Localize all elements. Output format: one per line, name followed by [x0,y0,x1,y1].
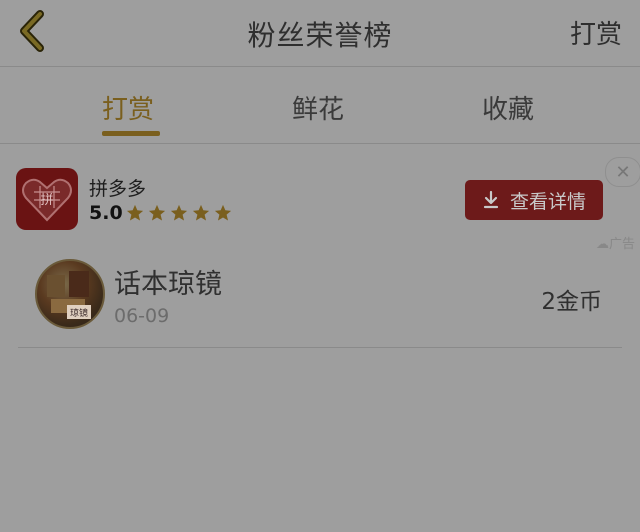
tab-bar: 打赏 鲜花 收藏 [0,67,640,144]
fan-name: 话本琼镜 [114,269,222,300]
pinduoduo-logo-icon: 拼 [22,178,72,222]
fan-amount: 2金币 [541,289,602,315]
reward-action-button[interactable]: 打赏 [570,14,622,51]
avatar: 琼镜 [35,259,105,329]
header-bar: 粉丝荣誉榜 打赏 [0,0,640,67]
star-icon [170,204,188,221]
close-ad-icon[interactable]: ✕ [605,157,640,187]
tab-flowers[interactable]: 鲜花 [292,89,344,126]
tab-favorites[interactable]: 收藏 [482,89,534,126]
view-details-button[interactable]: 查看详情 [465,180,603,220]
download-icon [483,190,499,209]
app-logo: 拼 [16,168,78,230]
svg-text:拼: 拼 [40,193,53,208]
ad-rating: 5.0 [89,202,123,224]
rating-stars [126,204,232,222]
svg-text:琼镜: 琼镜 [70,307,88,319]
tab-reward[interactable]: 打赏 [102,89,154,126]
fan-list-item[interactable]: 琼镜 话本琼镜 06-09 2金币 [18,250,622,348]
star-icon [192,204,210,221]
page-title: 粉丝荣誉榜 [247,19,393,52]
view-details-label: 查看详情 [509,190,586,213]
fan-date: 06-09 [114,305,170,327]
active-tab-indicator [102,131,160,136]
star-icon [126,204,144,221]
star-icon [214,204,232,221]
avatar-image: 琼镜 [47,271,91,319]
ad-app-name: 拼多多 [89,178,147,200]
star-icon [148,204,166,221]
